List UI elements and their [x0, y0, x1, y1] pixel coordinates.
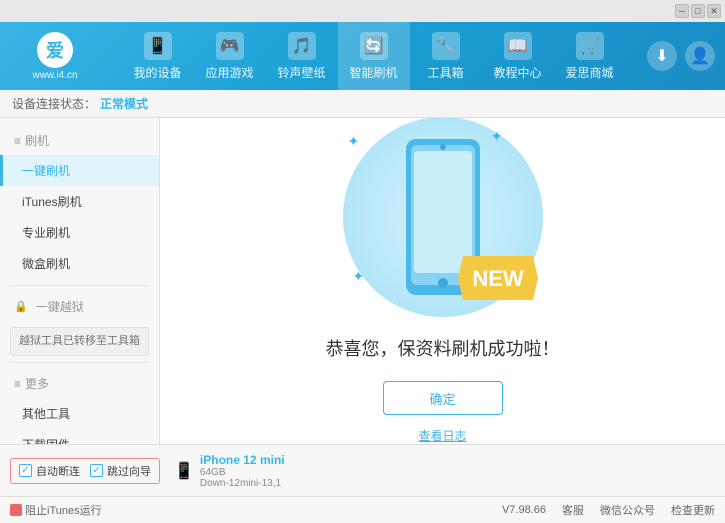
minimize-button[interactable]: ─ [675, 4, 689, 18]
device-storage: 64GB [200, 467, 285, 478]
device-info: iPhone 12 mini 64GB Down-12mini-13,1 [200, 453, 285, 489]
device-info-area: 📱 iPhone 12 mini 64GB Down-12mini-13,1 [174, 453, 285, 489]
sidebar-item-other-tools[interactable]: 其他工具 [0, 398, 159, 429]
nav-items: 📱 我的设备 🎮 应用游戏 🎵 铃声壁纸 🔄 智能刷机 🔧 工具箱 📖 教程中心… [100, 22, 647, 90]
sidebar-divider-1 [10, 285, 149, 286]
nav-tutorial-label: 教程中心 [493, 64, 541, 81]
nav-apps[interactable]: 🎮 应用游戏 [194, 22, 266, 90]
sidebar-item-download-firmware[interactable]: 下载固件 [0, 429, 159, 444]
itunes-flash-label: iTunes刷机 [22, 195, 82, 209]
sidebar: ≡ 刷机 一键刷机 iTunes刷机 专业刷机 微盒刷机 🔒 一键越狱 [0, 118, 160, 444]
auto-disconnect-checkbox[interactable]: ✓ 自动断连 [19, 463, 80, 479]
sidebar-item-itunes-flash[interactable]: iTunes刷机 [0, 186, 159, 217]
nav-tutorial[interactable]: 📖 教程中心 [482, 22, 554, 90]
sidebar-section-jailbreak: 🔒 一键越狱 [0, 292, 159, 321]
nav-flash[interactable]: 🔄 智能刷机 [338, 22, 410, 90]
close-button[interactable]: ✕ [707, 4, 721, 18]
main-content: ≡ 刷机 一键刷机 iTunes刷机 专业刷机 微盒刷机 🔒 一键越狱 [0, 118, 725, 444]
device-model: Down-12mini-13,1 [200, 478, 285, 489]
apps-icon: 🎮 [216, 32, 244, 60]
sparkle-icon-3: ✦ [353, 268, 365, 285]
bottom-section: ✓ 自动断连 ✓ 跳过向导 📱 iPhone 12 mini 64GB Down… [0, 444, 725, 523]
nav-ringtone-label: 铃声壁纸 [277, 64, 325, 81]
nav-my-device-label: 我的设备 [133, 64, 181, 81]
stop-itunes-button[interactable]: 阻止iTunes运行 [10, 502, 102, 518]
section-flash-label: 刷机 [25, 132, 49, 149]
logo-area: 爱 www.i4.cn [10, 32, 100, 81]
top-nav: 爱 www.i4.cn 📱 我的设备 🎮 应用游戏 🎵 铃声壁纸 🔄 智能刷机 … [0, 22, 725, 90]
shop-icon: 🛒 [576, 32, 604, 60]
nav-flash-label: 智能刷机 [349, 64, 397, 81]
content-wrapper: 设备连接状态： 正常模式 ≡ 刷机 一键刷机 iTunes刷机 专业刷机 微盒刷… [0, 90, 725, 523]
auto-disconnect-label: 自动断连 [36, 463, 80, 479]
tutorial-icon: 📖 [504, 32, 532, 60]
section-more-label: 更多 [25, 375, 49, 392]
bottom-footer: 阻止iTunes运行 V7.98.66 客服 微信公众号 检查更新 [0, 497, 725, 523]
jailbreak-notice-text: 越狱工具已转移至工具箱 [19, 335, 140, 347]
tools-icon: 🔧 [432, 32, 460, 60]
customer-service-link[interactable]: 客服 [562, 502, 584, 518]
sparkle-icon-2: ✦ [491, 128, 503, 145]
success-text: 恭喜您，保资料刷机成功啦！ [326, 335, 560, 361]
nav-apps-label: 应用游戏 [205, 64, 253, 81]
status-value: 正常模式 [100, 95, 148, 112]
user-button[interactable]: 👤 [685, 41, 715, 71]
logo-icon: 爱 [37, 32, 73, 68]
sidebar-divider-2 [10, 362, 149, 363]
ringtone-icon: 🎵 [288, 32, 316, 60]
device-phone-icon: 📱 [174, 461, 194, 481]
device-name: iPhone 12 mini [200, 453, 285, 467]
download-button[interactable]: ⬇ [647, 41, 677, 71]
version-text: V7.98.66 [502, 504, 546, 516]
skip-wizard-label: 跳过向导 [107, 463, 151, 479]
nav-tools[interactable]: 🔧 工具箱 [410, 22, 482, 90]
pro-flash-label: 专业刷机 [22, 226, 70, 240]
stop-icon [10, 504, 22, 516]
other-tools-label: 其他工具 [22, 407, 70, 421]
micro-flash-label: 微盒刷机 [22, 257, 70, 271]
stop-itunes-label: 阻止iTunes运行 [25, 502, 102, 518]
status-label: 设备连接状态： [12, 95, 96, 112]
nav-shop[interactable]: 🛒 爱思商城 [554, 22, 626, 90]
bottom-right-links: V7.98.66 客服 微信公众号 检查更新 [502, 502, 715, 518]
title-bar: ─ □ ✕ [0, 0, 725, 22]
sidebar-item-pro-flash[interactable]: 专业刷机 [0, 217, 159, 248]
sidebar-item-onekey-flash[interactable]: 一键刷机 [0, 155, 159, 186]
nav-tools-label: 工具箱 [427, 64, 463, 81]
my-device-icon: 📱 [144, 32, 172, 60]
section-jailbreak-label: 一键越狱 [36, 298, 84, 315]
skip-wizard-checkbox[interactable]: ✓ 跳过向导 [90, 463, 151, 479]
wechat-link[interactable]: 微信公众号 [600, 502, 655, 518]
status-bar: 设备连接状态： 正常模式 [0, 90, 725, 118]
nav-my-device[interactable]: 📱 我的设备 [122, 22, 194, 90]
logo-url: www.i4.cn [32, 70, 77, 81]
confirm-button[interactable]: 确定 [383, 381, 503, 415]
onekey-flash-label: 一键刷机 [22, 164, 70, 178]
sidebar-section-more: ≡ 更多 [0, 369, 159, 398]
jailbreak-notice: 越狱工具已转移至工具箱 [10, 327, 149, 356]
main-content-area: ✦ ✦ ✦ [160, 118, 725, 444]
nav-ringtone[interactable]: 🎵 铃声壁纸 [266, 22, 338, 90]
log-link[interactable]: 查看日志 [418, 427, 466, 444]
bottom-device-bar: ✓ 自动断连 ✓ 跳过向导 📱 iPhone 12 mini 64GB Down… [0, 445, 725, 497]
phone-illustration: ✦ ✦ ✦ [333, 118, 553, 315]
auto-disconnect-checkbox-box[interactable]: ✓ [19, 464, 32, 477]
check-update-link[interactable]: 检查更新 [671, 502, 715, 518]
section-more-icon: ≡ [14, 377, 21, 391]
flash-icon: 🔄 [360, 32, 388, 60]
sidebar-item-micro-flash[interactable]: 微盒刷机 [0, 248, 159, 279]
sparkle-icon-1: ✦ [348, 133, 360, 150]
new-badge: NEW [458, 256, 538, 305]
nav-right: ⬇ 👤 [647, 41, 715, 71]
maximize-button[interactable]: □ [691, 4, 705, 18]
svg-text:NEW: NEW [472, 266, 524, 291]
skip-wizard-checkbox-box[interactable]: ✓ [90, 464, 103, 477]
nav-shop-label: 爱思商城 [565, 64, 613, 81]
sidebar-section-flash: ≡ 刷机 [0, 126, 159, 155]
lock-icon: 🔒 [14, 300, 28, 313]
section-flash-icon: ≡ [14, 134, 21, 148]
